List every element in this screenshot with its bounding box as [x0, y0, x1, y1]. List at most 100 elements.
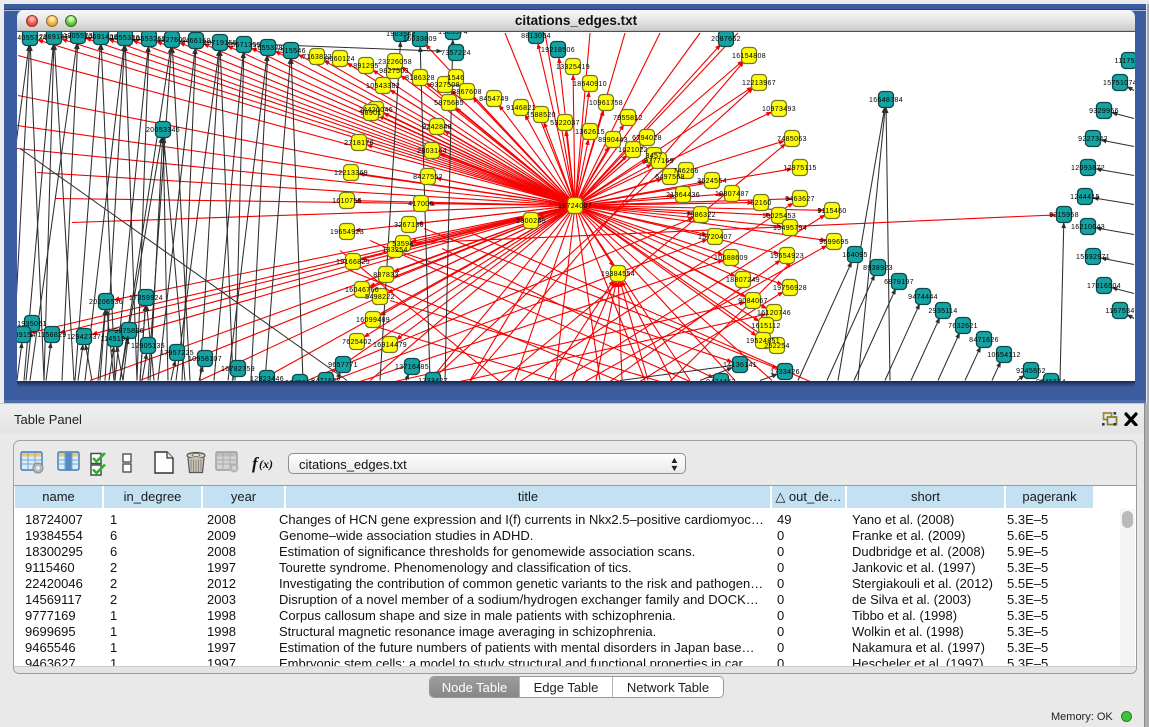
svg-text:18724007: 18724007: [558, 203, 592, 210]
svg-text:10958107: 10958107: [188, 356, 222, 363]
svg-text:417006: 417006: [408, 201, 433, 208]
svg-text:9146821: 9146821: [506, 105, 536, 112]
svg-text:2803144: 2803144: [417, 148, 447, 155]
svg-text:6879197: 6879197: [884, 279, 914, 286]
svg-text:133254: 133254: [382, 247, 407, 254]
svg-text:12213967: 12213967: [742, 80, 776, 87]
svg-text:53594: 53594: [392, 241, 413, 248]
svg-text:16782759: 16782759: [221, 366, 255, 373]
svg-text:10961758: 10961758: [589, 100, 623, 107]
svg-text:3267130: 3267130: [394, 222, 424, 229]
svg-text:2867608: 2867608: [452, 89, 482, 96]
svg-text:9084067: 9084067: [738, 298, 768, 305]
svg-text:9327508: 9327508: [430, 82, 460, 89]
svg-text:9245652: 9245652: [1016, 368, 1046, 375]
svg-text:10688609: 10688609: [714, 255, 748, 262]
svg-text:7357224: 7357224: [441, 50, 471, 57]
svg-text:17359924: 17359924: [129, 295, 163, 302]
svg-text:1610755: 1610755: [332, 198, 362, 205]
svg-text:7632621: 7632621: [948, 323, 978, 330]
svg-text:98901: 98901: [360, 110, 381, 117]
svg-text:2300285: 2300285: [516, 218, 546, 225]
svg-text:746266: 746266: [673, 168, 698, 175]
svg-text:2935114: 2935114: [928, 308, 957, 315]
svg-text:9474444: 9474444: [908, 294, 938, 301]
svg-text:1167534: 1167534: [1105, 308, 1134, 315]
svg-text:8186328: 8186328: [405, 75, 435, 82]
svg-text:2087662: 2087662: [711, 36, 741, 43]
svg-text:13325419: 13325419: [556, 64, 590, 71]
svg-text:7485063: 7485063: [777, 136, 807, 143]
svg-text:19218506: 19218506: [541, 47, 575, 54]
svg-text:10973493: 10973493: [762, 106, 796, 113]
svg-text:10654112: 10654112: [987, 352, 1020, 359]
svg-text:16099489: 16099489: [356, 317, 390, 324]
svg-text:10543382: 10543382: [366, 83, 400, 90]
svg-text:1733426: 1733426: [770, 369, 800, 376]
svg-text:9329966: 9329966: [1089, 108, 1119, 115]
svg-text:7955812: 7955812: [613, 115, 643, 122]
svg-text:18640910: 18640910: [573, 81, 607, 88]
svg-text:19654923: 19654923: [330, 229, 364, 236]
svg-text:1621022: 1621022: [618, 147, 648, 154]
svg-text:12213369: 12213369: [334, 170, 368, 177]
svg-text:5498222: 5498222: [365, 294, 395, 301]
svg-text:1117534: 1117534: [1115, 58, 1135, 65]
svg-text:1615112: 1615112: [751, 323, 780, 330]
svg-text:21364436: 21364436: [666, 192, 700, 199]
svg-text:23226058: 23226058: [378, 59, 412, 66]
svg-text:939154: 939154: [17, 332, 36, 339]
svg-text:9777169: 9777169: [644, 158, 674, 165]
svg-text:12975115: 12975115: [783, 165, 816, 172]
svg-text:8990443: 8990443: [598, 137, 628, 144]
svg-text:8660124: 8660124: [325, 56, 355, 63]
svg-text:8471626: 8471626: [969, 337, 999, 344]
svg-text:5875685: 5875685: [434, 100, 464, 107]
svg-text:10807487: 10807487: [715, 191, 749, 198]
svg-text:8215958: 8215958: [1049, 212, 1079, 219]
svg-text:18807249: 18807249: [726, 277, 760, 284]
svg-text:7625402: 7625402: [342, 339, 372, 346]
svg-text:887833: 887833: [373, 272, 398, 279]
svg-text:2718176: 2718176: [344, 140, 374, 147]
svg-text:1935061: 1935061: [17, 321, 47, 328]
svg-text:20053346: 20053346: [146, 127, 180, 134]
svg-text:19654923: 19654923: [770, 253, 804, 260]
svg-text:1546: 1546: [448, 75, 465, 82]
svg-text:16210643: 16210643: [1071, 224, 1105, 231]
svg-text:1145194: 1145194: [100, 336, 129, 343]
svg-text:9827503: 9827503: [379, 68, 409, 75]
svg-text:16914479: 16914479: [373, 342, 407, 349]
svg-text:9463627: 9463627: [785, 196, 815, 203]
svg-text:16046766: 16046766: [345, 287, 379, 294]
svg-text:16154808: 16154808: [732, 53, 766, 60]
svg-text:1156829: 1156829: [37, 332, 66, 339]
svg-text:1244415: 1244415: [1070, 194, 1100, 201]
svg-text:9657771: 9657771: [328, 362, 358, 369]
svg-text:19756928: 19756928: [773, 285, 807, 292]
svg-text:9227342: 9227342: [1078, 136, 1108, 143]
svg-text:8427552: 8427552: [413, 174, 443, 181]
svg-text:12942737: 12942737: [67, 334, 101, 341]
svg-text:9975886: 9975886: [114, 328, 144, 335]
svg-text:164095: 164095: [842, 252, 867, 259]
svg-text:12093872: 12093872: [1071, 165, 1105, 172]
svg-text:15751074: 15751074: [1103, 80, 1135, 87]
svg-text:8454749: 8454749: [479, 96, 509, 103]
svg-text:252254: 252254: [764, 343, 789, 350]
svg-text:7986322: 7986322: [686, 212, 716, 219]
svg-text:1588520: 1588520: [526, 112, 556, 119]
svg-text:1905574: 1905574: [438, 32, 468, 36]
svg-text:20206536: 20206536: [89, 299, 123, 306]
svg-text:(x): (x): [259, 457, 273, 471]
svg-text:10025453: 10025453: [762, 213, 796, 220]
svg-text:5322037: 5322037: [550, 120, 580, 127]
svg-text:9699695: 9699695: [819, 239, 849, 246]
svg-text:15720407: 15720407: [698, 234, 732, 241]
svg-text:62160: 62160: [750, 200, 771, 207]
svg-text:19384554: 19384554: [601, 271, 635, 278]
svg-text:6794028: 6794028: [632, 135, 662, 142]
svg-text:9115460: 9115460: [817, 208, 846, 215]
svg-text:13495794: 13495794: [773, 225, 807, 232]
svg-text:6497568: 6497568: [655, 174, 685, 181]
